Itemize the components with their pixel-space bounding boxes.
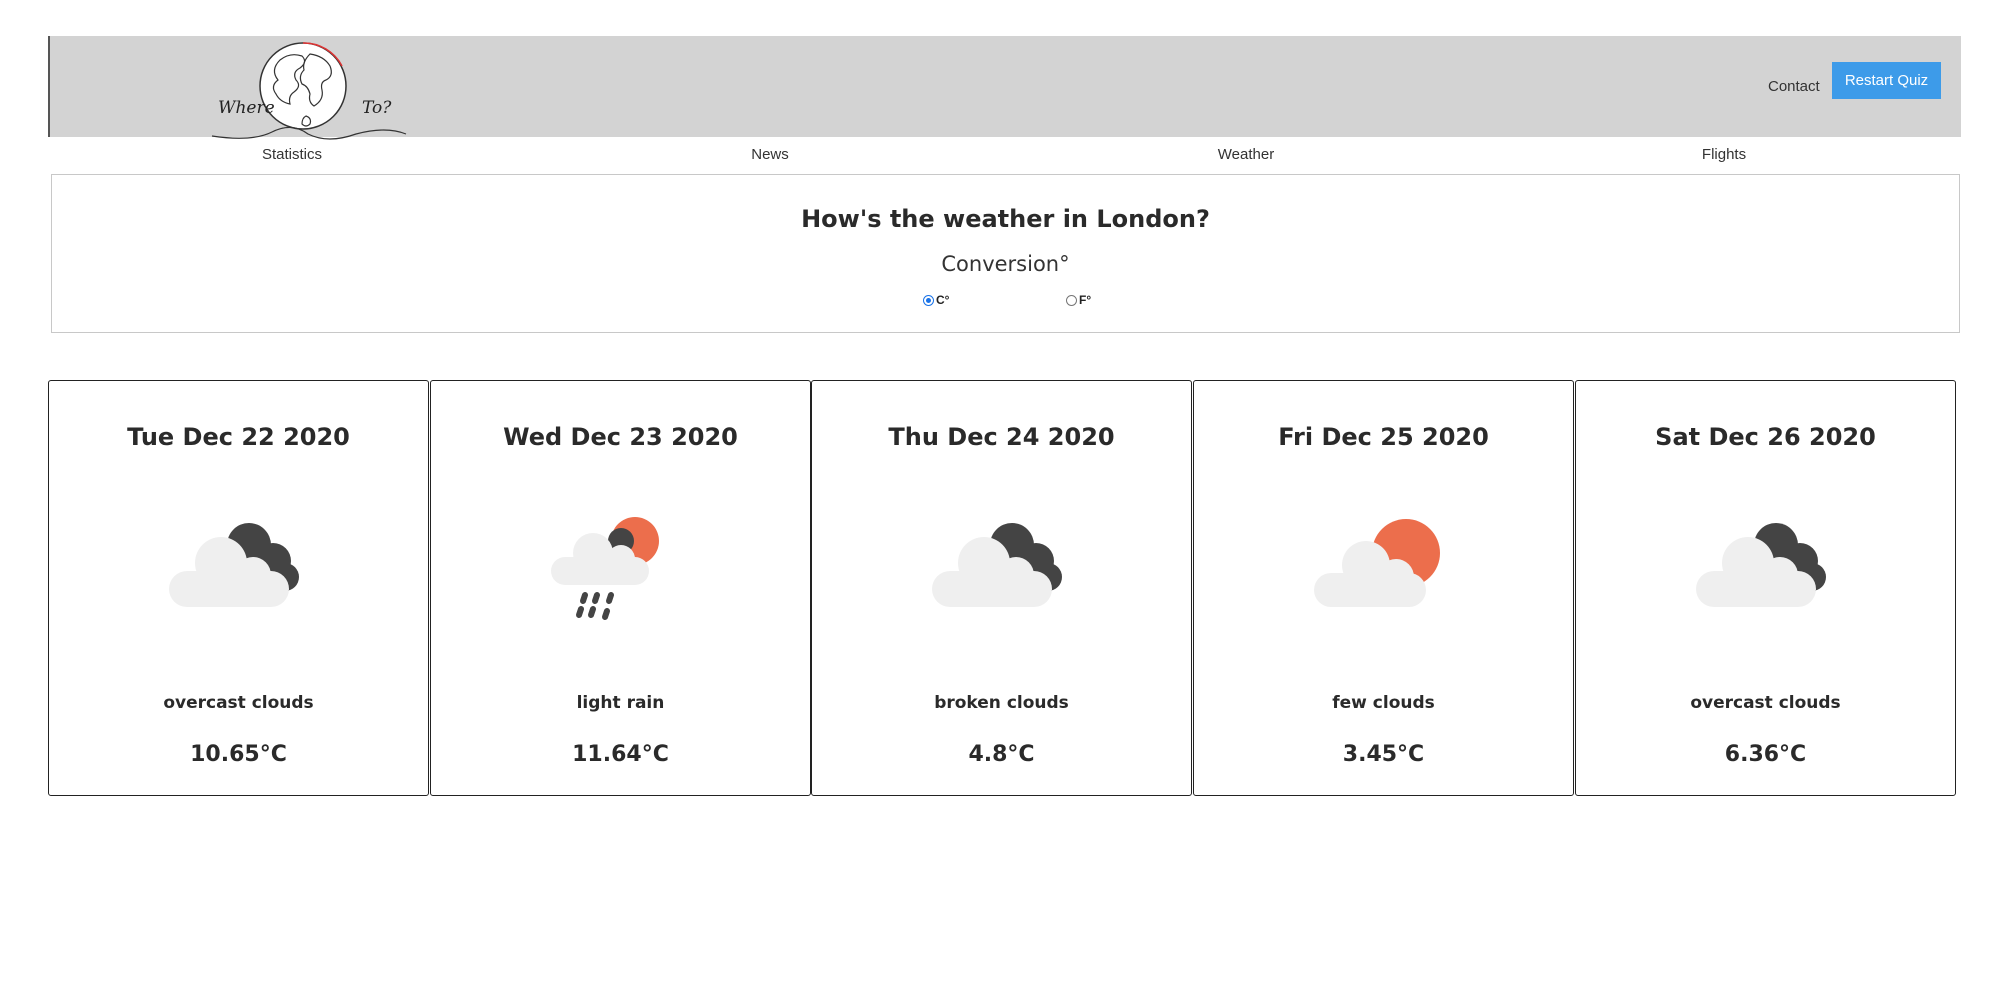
nav-flights[interactable]: Flights [1702,146,1746,163]
light-rain-icon [551,517,659,620]
forecast-temperature: 11.64°C [572,742,669,767]
weather-question-panel: How's the weather in London? Conversion°… [51,174,1960,333]
conversion-heading: Conversion° [941,252,1070,276]
forecast-date: Fri Dec 25 2020 [1278,423,1489,451]
forecast-card: Tue Dec 22 2020 overcast clouds 10.65°C [48,380,429,796]
fahrenheit-option[interactable]: F° [1066,293,1091,307]
forecast-date: Tue Dec 22 2020 [127,423,350,451]
forecast-temperature: 6.36°C [1724,742,1807,767]
celsius-label: C° [936,293,950,307]
restart-quiz-button[interactable]: Restart Quiz [1832,62,1941,99]
fahrenheit-label: F° [1079,293,1092,307]
forecast-cards: Tue Dec 22 2020 overcast clouds 10.65°C … [48,380,1960,798]
few-clouds-icon [1314,519,1440,607]
logo-text-to: To? [362,98,392,118]
forecast-description: broken clouds [934,693,1069,713]
fahrenheit-radio[interactable] [1066,294,1077,306]
nav-statistics[interactable]: Statistics [262,146,322,163]
header-bar: Where To? Contact Restart Quiz [48,36,1961,140]
globe-logo[interactable]: Where To? [210,40,460,140]
forecast-card: Thu Dec 24 2020 broken clouds 4.8°C [811,380,1192,796]
forecast-description: few clouds [1332,693,1435,713]
nav-news[interactable]: News [751,146,789,163]
forecast-card: Sat Dec 26 2020 overcast clouds 6.36°C [1575,380,1956,796]
logo-text-where: Where [218,98,275,118]
forecast-date: Wed Dec 23 2020 [503,423,738,451]
celsius-option[interactable]: C° [923,293,949,307]
celsius-radio[interactable] [923,294,934,306]
globe-logo-icon [211,42,407,140]
page-title: How's the weather in London? [801,205,1210,233]
forecast-temperature: 3.45°C [1342,742,1425,767]
forecast-description: light rain [576,693,665,713]
forecast-description: overcast clouds [1690,693,1841,713]
forecast-temperature: 4.8°C [968,742,1035,767]
forecast-description: overcast clouds [163,693,314,713]
overcast-clouds-icon [1696,523,1826,607]
forecast-card: Wed Dec 23 2020 light rain 11.64°C [430,380,811,796]
nav-weather[interactable]: Weather [1218,146,1274,163]
forecast-date: Thu Dec 24 2020 [888,423,1115,451]
forecast-card: Fri Dec 25 2020 few clouds 3.45°C [1193,380,1574,796]
broken-clouds-icon [932,523,1062,607]
contact-link[interactable]: Contact [1768,78,1820,95]
overcast-clouds-icon [169,523,299,607]
forecast-date: Sat Dec 26 2020 [1655,423,1876,451]
forecast-temperature: 10.65°C [190,742,287,767]
